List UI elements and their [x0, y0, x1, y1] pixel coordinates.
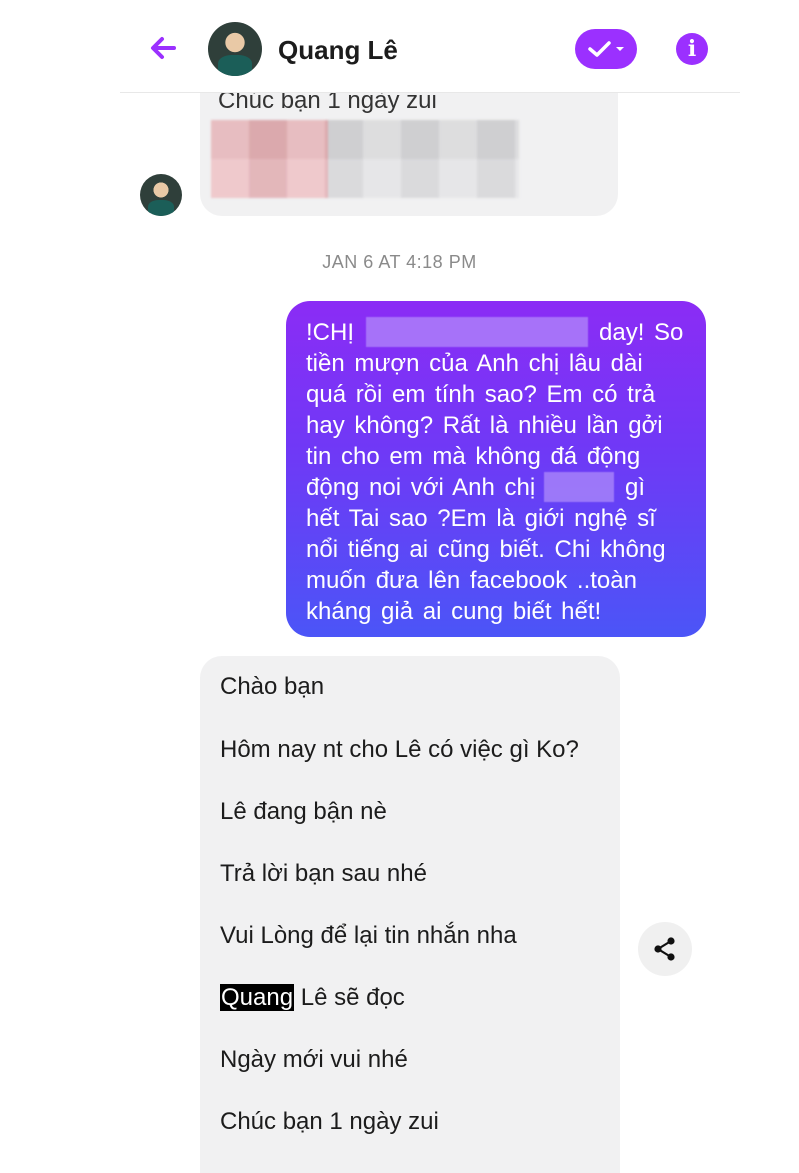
- sent-line: !CHỊ: [306, 319, 354, 346]
- reply-line: Lê đang bận nè: [220, 798, 387, 825]
- reply-line: Chào bạn: [220, 673, 325, 700]
- sent-line: kháng giả ai cung biết hết!: [306, 598, 602, 625]
- share-icon: [654, 937, 675, 961]
- sent-line: muốn đưa lên facebook ..toàn: [306, 567, 637, 594]
- auto-reply-bubble[interactable]: Chào bạn Hôm nay nt cho Lê có việc gì Ko…: [200, 656, 620, 1173]
- redacted-name: [366, 317, 588, 347]
- sent-line: quá rồi em tính sao? Em có trả: [306, 381, 656, 408]
- highlighted-word: Quang: [220, 984, 295, 1011]
- share-button[interactable]: [638, 922, 692, 976]
- reply-line: Vui Lòng để lại tin nhắn nha: [220, 922, 517, 949]
- sent-line-tail: day! So: [599, 319, 684, 346]
- arrow-left-icon: [151, 37, 176, 59]
- sent-line: tin cho em mà không đá động: [306, 443, 641, 470]
- info-icon[interactable]: i: [676, 33, 708, 65]
- reply-line: Ngày mới vui nhé: [220, 1046, 408, 1073]
- conversation-header: Quang Lê i: [120, 0, 740, 93]
- sent-line: hết Tai sao ?Em là giới nghệ sĩ: [306, 505, 656, 532]
- reply-line-rest: Lê sẽ đọc: [294, 984, 405, 1011]
- sent-line: động noi với Anh chị: [306, 474, 536, 501]
- contact-name[interactable]: Quang Lê: [278, 35, 398, 66]
- sent-line: hay không? Rất là nhiều lần gởi: [306, 412, 663, 439]
- reply-line-highlighted: Quang Lê sẽ đọc: [220, 984, 405, 1012]
- check-dropdown-icon: [588, 41, 624, 57]
- contact-avatar[interactable]: [208, 22, 262, 76]
- sent-line: nổi tiếng ai cũng biết. Chi không: [306, 536, 666, 563]
- mark-done-button[interactable]: [575, 29, 637, 69]
- reply-line: Trả lời bạn sau nhé: [220, 860, 427, 887]
- reply-line: Hôm nay nt cho Lê có việc gì Ko?: [220, 736, 579, 763]
- left-margin: [0, 0, 120, 1173]
- sent-line: tiền mượn của Anh chị lâu dài: [306, 350, 643, 377]
- message-timestamp: JAN 6 AT 4:18 PM: [322, 252, 477, 272]
- sent-line-tail: gì: [625, 474, 646, 501]
- sender-avatar[interactable]: [140, 174, 182, 216]
- sent-message-bubble[interactable]: !CHỊ day! So tiền mượn của Anh chị lâu d…: [286, 301, 706, 637]
- back-button[interactable]: [144, 28, 184, 68]
- blurred-image-attachment[interactable]: [211, 120, 519, 198]
- redacted-name: [544, 472, 614, 502]
- reply-line: Chúc bạn 1 ngày zui: [220, 1108, 439, 1135]
